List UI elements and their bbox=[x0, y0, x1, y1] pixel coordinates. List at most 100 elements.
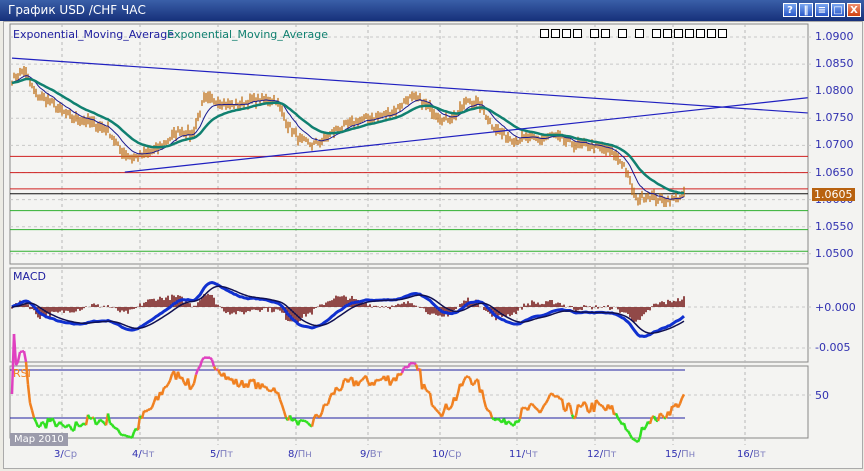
rsi-segment bbox=[642, 425, 648, 431]
date-weekday: Пт bbox=[603, 449, 617, 460]
rsi-segment bbox=[89, 416, 93, 421]
date-label: 3/Ср bbox=[54, 449, 77, 460]
price-panel bbox=[9, 23, 809, 265]
rsi-segment bbox=[305, 420, 309, 425]
rsi-segment bbox=[110, 423, 116, 429]
rsi-segment bbox=[201, 356, 205, 362]
tool-icon[interactable] bbox=[551, 29, 560, 38]
rsi-segment bbox=[431, 404, 435, 408]
rsi-segment bbox=[323, 403, 327, 407]
tool-icon[interactable] bbox=[540, 29, 549, 38]
price-axis-label: 1.0900 bbox=[815, 30, 854, 43]
tool-icon[interactable] bbox=[590, 29, 599, 38]
rsi-segment bbox=[491, 416, 495, 421]
rsi-segment bbox=[149, 406, 153, 411]
rsi-segment bbox=[544, 398, 550, 404]
tool-icon[interactable] bbox=[674, 29, 683, 38]
rsi-segment bbox=[435, 408, 439, 413]
legend-ema1: Exponential_Moving_Average bbox=[13, 28, 174, 41]
rsi-segment bbox=[399, 372, 403, 377]
rsi-segment bbox=[676, 403, 682, 409]
rsi-segment bbox=[625, 428, 629, 432]
rsi-segment bbox=[237, 384, 241, 388]
rsi-segment bbox=[359, 379, 363, 383]
rsi-segment bbox=[315, 413, 319, 418]
rsi-segment bbox=[543, 402, 547, 407]
date-day: 3/ bbox=[54, 449, 64, 460]
rsi-segment bbox=[572, 414, 578, 420]
rsi-segment bbox=[553, 394, 557, 398]
tool-icon[interactable] bbox=[601, 29, 610, 38]
rsi-segment bbox=[509, 421, 513, 426]
date-weekday: Чт bbox=[141, 449, 155, 460]
rsi-segment bbox=[166, 380, 172, 386]
tool-icon[interactable] bbox=[685, 29, 694, 38]
rsi-segment bbox=[55, 423, 59, 428]
date-label: 9/Вт bbox=[360, 449, 382, 460]
tool-icon[interactable] bbox=[707, 29, 716, 38]
tool-icon[interactable] bbox=[718, 29, 727, 38]
rsi-segment bbox=[74, 421, 80, 426]
rsi-segment bbox=[467, 375, 471, 380]
price-axis-label: 1.0750 bbox=[815, 111, 854, 125]
rsi-segment bbox=[427, 390, 431, 395]
rsi-segment bbox=[209, 356, 213, 361]
price-axis-label: 1.0650 bbox=[815, 165, 854, 179]
date-label: 4/Чт bbox=[132, 449, 154, 460]
price-axis-label: 1.0500 bbox=[815, 246, 854, 260]
rsi-segment bbox=[403, 365, 407, 369]
rsi-segment bbox=[164, 383, 170, 388]
tool-icon[interactable] bbox=[652, 29, 661, 38]
last-price-badge: 1.0605 bbox=[812, 188, 855, 201]
rsi-segment bbox=[145, 408, 149, 413]
date-weekday: Чт bbox=[525, 449, 538, 460]
rsi-segment bbox=[50, 417, 56, 422]
rsi-segment bbox=[680, 393, 686, 399]
rsi-segment bbox=[600, 404, 606, 410]
rsi-segment bbox=[616, 417, 622, 422]
rsi-segment bbox=[531, 403, 535, 408]
rsi-segment bbox=[58, 421, 64, 426]
tool-icon[interactable] bbox=[635, 29, 644, 38]
tool-icon[interactable] bbox=[696, 29, 705, 38]
tool-icon[interactable] bbox=[618, 29, 627, 38]
rsi-segment bbox=[127, 435, 131, 439]
tool-icon[interactable] bbox=[573, 29, 582, 38]
date-weekday: Пн bbox=[297, 449, 312, 460]
price-axis-label: 1.0550 bbox=[815, 219, 854, 233]
date-day: 12/ bbox=[587, 449, 604, 460]
rsi-segment bbox=[197, 365, 201, 370]
rsi-segment bbox=[119, 432, 123, 437]
tool-icon[interactable] bbox=[663, 29, 672, 38]
drawing-toolbar[interactable] bbox=[540, 29, 727, 38]
rsi-segment bbox=[538, 408, 544, 414]
rsi-segment bbox=[190, 382, 196, 388]
rsi-segment bbox=[338, 387, 344, 392]
rsi-label: RSI bbox=[13, 367, 31, 380]
rsi-segment bbox=[99, 418, 103, 423]
date-day: 5/ bbox=[210, 449, 220, 460]
rsi-segment bbox=[109, 422, 113, 426]
rsi-segment bbox=[579, 404, 583, 408]
price-axis-label: 1.0800 bbox=[815, 84, 854, 98]
date-weekday: Вт bbox=[369, 449, 383, 460]
rsi-segment bbox=[293, 418, 297, 422]
rsi-segment bbox=[361, 376, 365, 381]
rsi-segment bbox=[425, 388, 429, 393]
rsi-segment bbox=[583, 401, 587, 406]
tool-icon[interactable] bbox=[562, 29, 571, 38]
legend-ema2: Exponential_Moving_Average bbox=[167, 28, 328, 41]
date-label: 5/Пт bbox=[210, 449, 233, 460]
date-label: 11/Чт bbox=[509, 449, 538, 460]
rsi-segment bbox=[507, 420, 511, 424]
chart-canvas[interactable] bbox=[0, 0, 864, 471]
rsi-segment bbox=[567, 402, 571, 406]
rsi-segment bbox=[437, 410, 441, 415]
rsi-segment bbox=[633, 438, 637, 442]
rsi-segment bbox=[659, 412, 663, 416]
rsi-segment bbox=[521, 406, 525, 410]
rsi-segment bbox=[41, 420, 45, 425]
rsi-segment bbox=[462, 376, 468, 382]
rsi-segment bbox=[377, 378, 381, 382]
macd-axis-label: -0.005 bbox=[815, 341, 851, 354]
